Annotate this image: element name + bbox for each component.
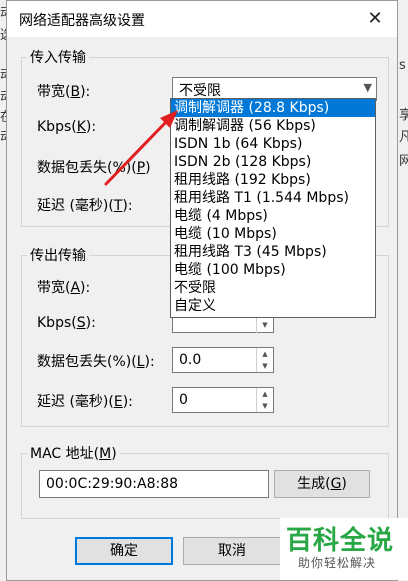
watermark-subtitle: 助你轻松解决 bbox=[298, 556, 377, 570]
annotation-arrow-icon bbox=[104, 110, 178, 186]
watermark: 百科全说 助你轻松解决 bbox=[280, 518, 408, 580]
watermark-title: 百科全说 bbox=[286, 526, 395, 556]
